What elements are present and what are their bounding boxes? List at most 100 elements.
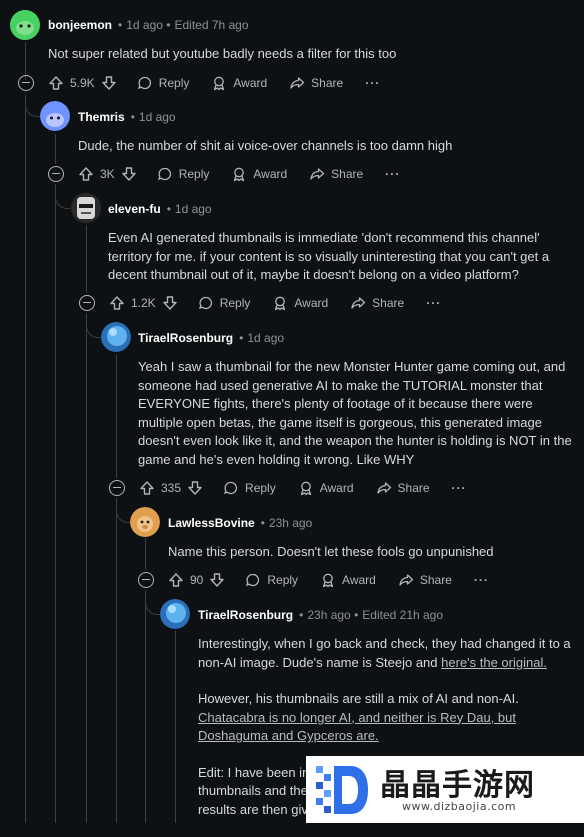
thread-line[interactable] xyxy=(25,95,26,823)
edited-label: Edited 21h ago xyxy=(362,608,444,622)
paragraph: Interestingly, when I go back and check,… xyxy=(198,636,571,670)
award-button[interactable]: Award xyxy=(320,572,376,588)
thread-line[interactable] xyxy=(116,498,117,823)
username[interactable]: eleven-fu xyxy=(108,202,161,216)
comment-meta: LawlessBovine • 23h ago xyxy=(168,516,313,530)
timestamp[interactable]: 1d ago xyxy=(139,110,176,124)
thread-branch xyxy=(116,506,131,523)
timestamp[interactable]: 1d ago xyxy=(247,331,284,345)
timestamp[interactable]: 1d ago xyxy=(175,202,212,216)
comment-meta: TiraelRosenburg • 23h ago • Edited 21h ago xyxy=(198,608,444,622)
speech-bubble-icon xyxy=(157,167,171,181)
more-options-button[interactable]: ··· xyxy=(385,167,400,181)
thread-line[interactable] xyxy=(175,630,176,823)
avatar[interactable] xyxy=(71,193,101,223)
share-icon xyxy=(290,77,305,89)
avatar[interactable] xyxy=(101,322,131,352)
vote-controls: 90 xyxy=(168,572,225,588)
timestamp[interactable]: 1d ago xyxy=(126,18,163,32)
username[interactable]: LawlessBovine xyxy=(168,516,255,530)
speech-bubble-icon xyxy=(137,76,151,90)
more-options-button[interactable]: ··· xyxy=(474,573,489,587)
collapse-button[interactable] xyxy=(109,480,125,496)
collapse-button[interactable] xyxy=(79,295,95,311)
award-icon xyxy=(322,573,334,588)
vote-controls: 335 xyxy=(139,480,203,496)
avatar[interactable] xyxy=(130,507,160,537)
more-options-button[interactable]: ··· xyxy=(452,481,467,495)
thread-branch xyxy=(55,192,70,209)
reply-button[interactable]: Reply xyxy=(157,166,209,182)
award-button[interactable]: Award xyxy=(272,295,328,311)
thread-line[interactable] xyxy=(145,538,146,570)
speech-bubble-icon xyxy=(246,573,260,587)
collapse-button[interactable] xyxy=(48,166,64,182)
comment-body: Yeah I saw a thumbnail for the new Monst… xyxy=(138,359,572,467)
thread-line[interactable] xyxy=(55,184,56,823)
thumbnails-link[interactable]: Chatacabra is no longer AI, and neither … xyxy=(198,710,516,744)
vote-count: 90 xyxy=(190,573,204,587)
share-button[interactable]: Share xyxy=(309,166,363,182)
vote-controls: 1.2K xyxy=(109,295,178,311)
downvote-icon[interactable] xyxy=(101,75,117,91)
speech-bubble-icon xyxy=(224,481,238,495)
timestamp[interactable]: 23h ago xyxy=(269,516,312,530)
award-button[interactable]: Award xyxy=(231,166,287,182)
vote-count: 1.2K xyxy=(131,296,156,310)
comment-thread: bonjeemon • 1d ago • Edited 7h ago Not supe… xyxy=(0,0,584,823)
more-options-button[interactable]: ··· xyxy=(426,296,441,310)
share-icon xyxy=(376,482,391,494)
share-icon xyxy=(399,574,413,586)
username[interactable]: TiraelRosenburg xyxy=(138,331,233,345)
share-button[interactable]: Share xyxy=(289,75,343,91)
thread-line[interactable] xyxy=(145,590,146,823)
comment-meta: bonjeemon • 1d ago • Edited 7h ago xyxy=(48,18,249,32)
more-options-button[interactable]: ··· xyxy=(365,76,380,90)
comment-actions: 5.9K Reply Award Share ··· xyxy=(18,75,380,91)
comment-body: Dude, the number of shit ai voice-over c… xyxy=(78,138,453,153)
avatar[interactable] xyxy=(10,10,40,40)
timestamp[interactable]: 23h ago xyxy=(307,608,350,622)
upvote-icon[interactable] xyxy=(139,480,155,496)
upvote-icon[interactable] xyxy=(168,572,184,588)
collapse-button[interactable] xyxy=(18,75,34,91)
award-icon xyxy=(275,296,286,311)
original-thumbnail-link[interactable]: here's the original. xyxy=(441,655,547,670)
thread-branch xyxy=(86,321,101,338)
share-icon xyxy=(351,297,366,309)
award-button[interactable]: Award xyxy=(298,480,354,496)
downvote-icon[interactable] xyxy=(187,480,203,496)
downvote-icon[interactable] xyxy=(121,166,137,182)
thread-line[interactable] xyxy=(86,313,87,823)
share-button[interactable]: Share xyxy=(376,480,430,496)
thread-line[interactable] xyxy=(55,134,56,164)
downvote-icon[interactable] xyxy=(209,572,225,588)
reply-button[interactable]: Reply xyxy=(137,75,189,91)
reply-button[interactable]: Reply xyxy=(245,572,298,588)
collapse-button[interactable] xyxy=(138,572,154,588)
thread-line[interactable] xyxy=(116,355,117,478)
award-icon xyxy=(214,76,225,91)
avatar[interactable] xyxy=(40,101,70,131)
watermark-logo xyxy=(316,766,368,814)
thread-line[interactable] xyxy=(86,225,87,293)
upvote-icon[interactable] xyxy=(78,166,94,182)
username[interactable]: bonjeemon xyxy=(48,18,112,32)
upvote-icon[interactable] xyxy=(48,75,64,91)
comment-body: Not super related but youtube badly need… xyxy=(48,46,397,61)
reply-button[interactable]: Reply xyxy=(223,480,276,496)
upvote-icon[interactable] xyxy=(109,295,125,311)
comment-actions: 335 Reply Award Share ··· xyxy=(109,480,467,496)
downvote-icon[interactable] xyxy=(162,295,178,311)
share-button[interactable]: Share xyxy=(398,572,452,588)
watermark-text: 晶晶手游网 xyxy=(380,768,535,803)
share-icon xyxy=(310,168,325,180)
username[interactable]: TiraelRosenburg xyxy=(198,608,293,622)
thread-branch xyxy=(25,100,40,117)
username[interactable]: Themris xyxy=(78,110,125,124)
avatar[interactable] xyxy=(160,599,190,629)
paragraph: However, his thumbnails are still a mix … xyxy=(198,691,519,744)
award-button[interactable]: Award xyxy=(211,75,267,91)
share-button[interactable]: Share xyxy=(350,295,404,311)
reply-button[interactable]: Reply xyxy=(198,295,250,311)
